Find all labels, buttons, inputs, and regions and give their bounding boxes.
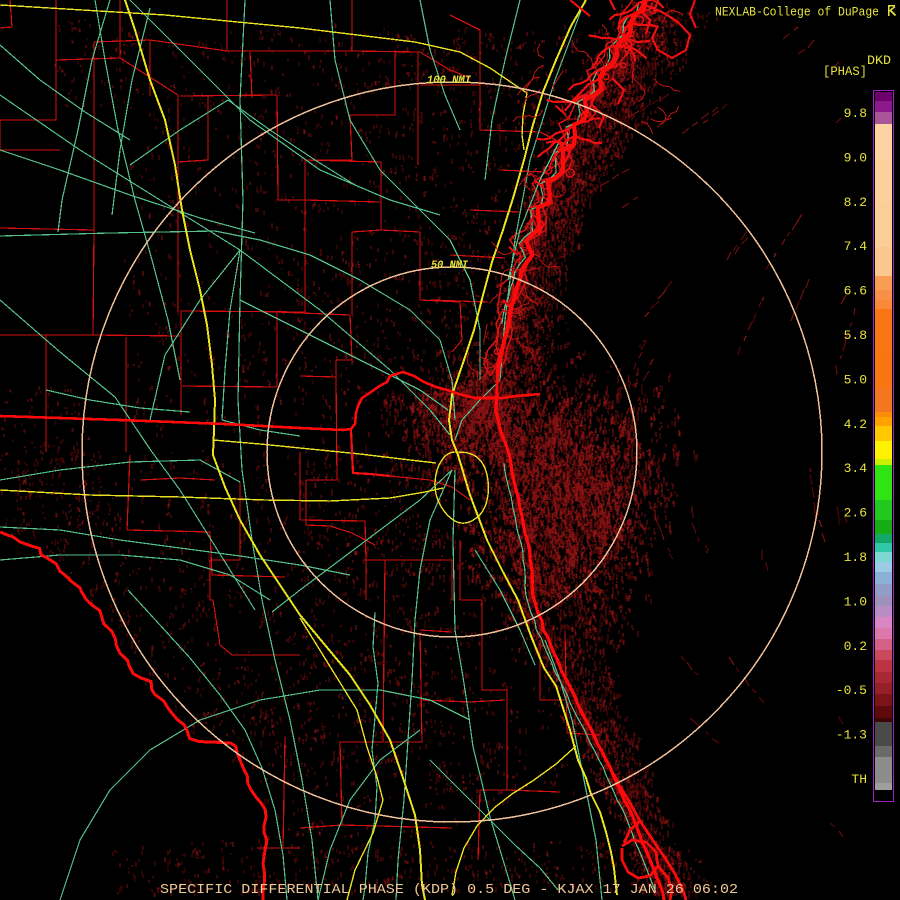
- svg-text:7.4: 7.4: [844, 239, 868, 254]
- svg-text:5.0: 5.0: [844, 372, 867, 387]
- svg-text:9.0: 9.0: [844, 150, 867, 165]
- svg-text:SPECIFIC DIFFERENTIAL PHASE (K: SPECIFIC DIFFERENTIAL PHASE (KDP) 0.5 DE…: [160, 883, 738, 898]
- svg-text:50 NMI: 50 NMI: [431, 260, 468, 272]
- svg-text:3.4: 3.4: [844, 461, 868, 476]
- svg-text:1.8: 1.8: [844, 550, 867, 565]
- svg-text:6.6: 6.6: [844, 284, 867, 299]
- svg-text:1.0: 1.0: [844, 594, 867, 609]
- svg-text:0.2: 0.2: [844, 639, 867, 654]
- svg-text:TH: TH: [851, 772, 867, 787]
- svg-text:DKD: DKD: [867, 53, 891, 68]
- svg-text:2.6: 2.6: [844, 506, 867, 521]
- svg-text:[PHAS]: [PHAS]: [823, 64, 867, 79]
- svg-text:NEXLAB-College of DuPage: NEXLAB-College of DuPage: [715, 6, 879, 20]
- svg-text:8.2: 8.2: [844, 195, 867, 210]
- svg-text:-0.5: -0.5: [836, 683, 867, 698]
- svg-text:9.8: 9.8: [844, 106, 867, 121]
- svg-text:100 NMI: 100 NMI: [427, 75, 471, 87]
- svg-text:-1.3: -1.3: [836, 728, 867, 743]
- svg-text:4.2: 4.2: [844, 417, 867, 432]
- svg-text:5.8: 5.8: [844, 328, 867, 343]
